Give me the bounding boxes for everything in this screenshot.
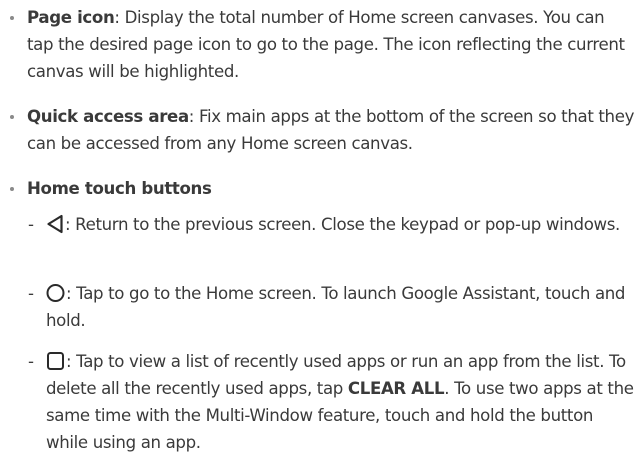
recents-button-text: : Tap to view a list of recently used ap… (46, 348, 636, 456)
term-home-touch-buttons: Home touch buttons (27, 179, 212, 198)
home-button-text: : Tap to go to the Home screen. To launc… (46, 280, 636, 334)
bullet-dot (10, 115, 14, 119)
bullet-quick-access-text: Quick access area: Fix main apps at the … (27, 103, 635, 157)
bullet-home-touch-buttons-text: Home touch buttons (27, 175, 635, 202)
term-page-icon: Page icon (27, 8, 115, 27)
home-circle-icon (46, 283, 65, 303)
bullet-page-icon-text: Page icon: Display the total number of H… (27, 4, 635, 85)
back-button-text: : Return to the previous screen. Close t… (46, 211, 636, 238)
back-button-description: : Return to the previous screen. Close t… (65, 215, 620, 234)
bullet-dot (10, 187, 14, 191)
page-icon-description: : Display the total number of Home scree… (27, 8, 625, 81)
dash: - (28, 284, 34, 303)
dash: - (28, 352, 34, 371)
bullet-dot (10, 16, 14, 20)
term-quick-access-area: Quick access area (27, 107, 189, 126)
dash: - (28, 215, 34, 234)
recents-square-icon (46, 351, 65, 371)
clear-all-term: CLEAR ALL (347, 379, 445, 398)
home-button-description: : Tap to go to the Home screen. To launc… (46, 284, 626, 330)
back-triangle-icon (46, 214, 64, 234)
manual-page: Page icon: Display the total number of H… (0, 0, 639, 452)
